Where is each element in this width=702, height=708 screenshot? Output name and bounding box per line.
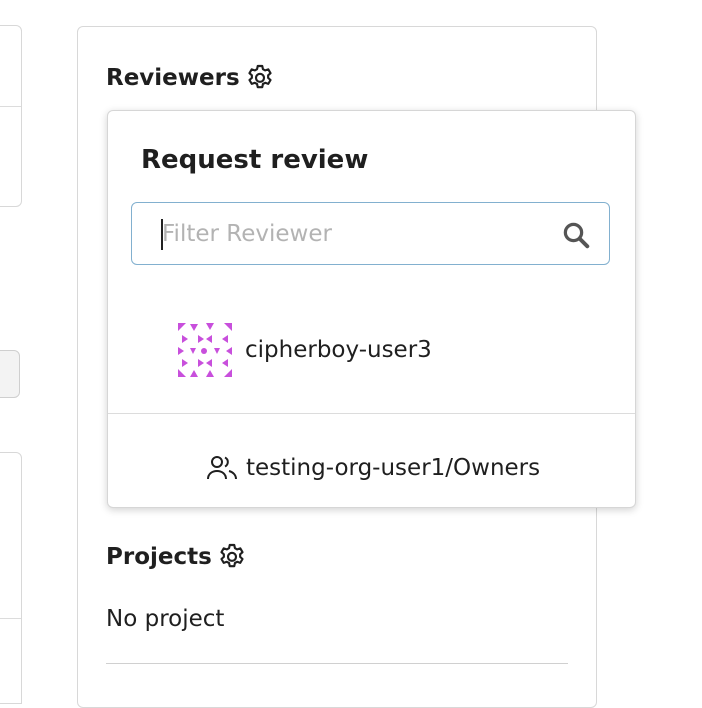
team-name: testing-org-user1/Owners [246, 455, 541, 481]
divider [0, 618, 21, 619]
reviewer-name: cipherboy-user3 [245, 337, 432, 363]
popup-title: Request review [141, 145, 369, 175]
divider [106, 663, 568, 664]
gear-icon[interactable] [216, 541, 248, 573]
team-option[interactable]: testing-org-user1/Owners [206, 454, 540, 482]
left-button[interactable] [0, 350, 20, 398]
divider [108, 413, 635, 414]
people-icon [207, 456, 237, 480]
search-icon [563, 222, 590, 249]
no-project-text: No project [106, 606, 225, 632]
identicon-avatar [176, 321, 234, 379]
gear-icon[interactable] [244, 62, 276, 94]
reviewers-section-title: Reviewers [106, 62, 276, 94]
filter-search-box [131, 202, 610, 265]
left-panel-bottom [0, 452, 22, 704]
filter-reviewer-input[interactable] [162, 213, 542, 255]
reviewers-label: Reviewers [106, 65, 240, 91]
request-review-popup: Request review cipherboy-user3 [107, 110, 636, 508]
projects-section-title: Projects [106, 541, 248, 573]
left-panel-top [0, 25, 22, 207]
text-caret [161, 219, 163, 250]
divider [0, 106, 21, 107]
projects-label: Projects [106, 544, 212, 570]
reviewer-option[interactable]: cipherboy-user3 [176, 321, 432, 379]
